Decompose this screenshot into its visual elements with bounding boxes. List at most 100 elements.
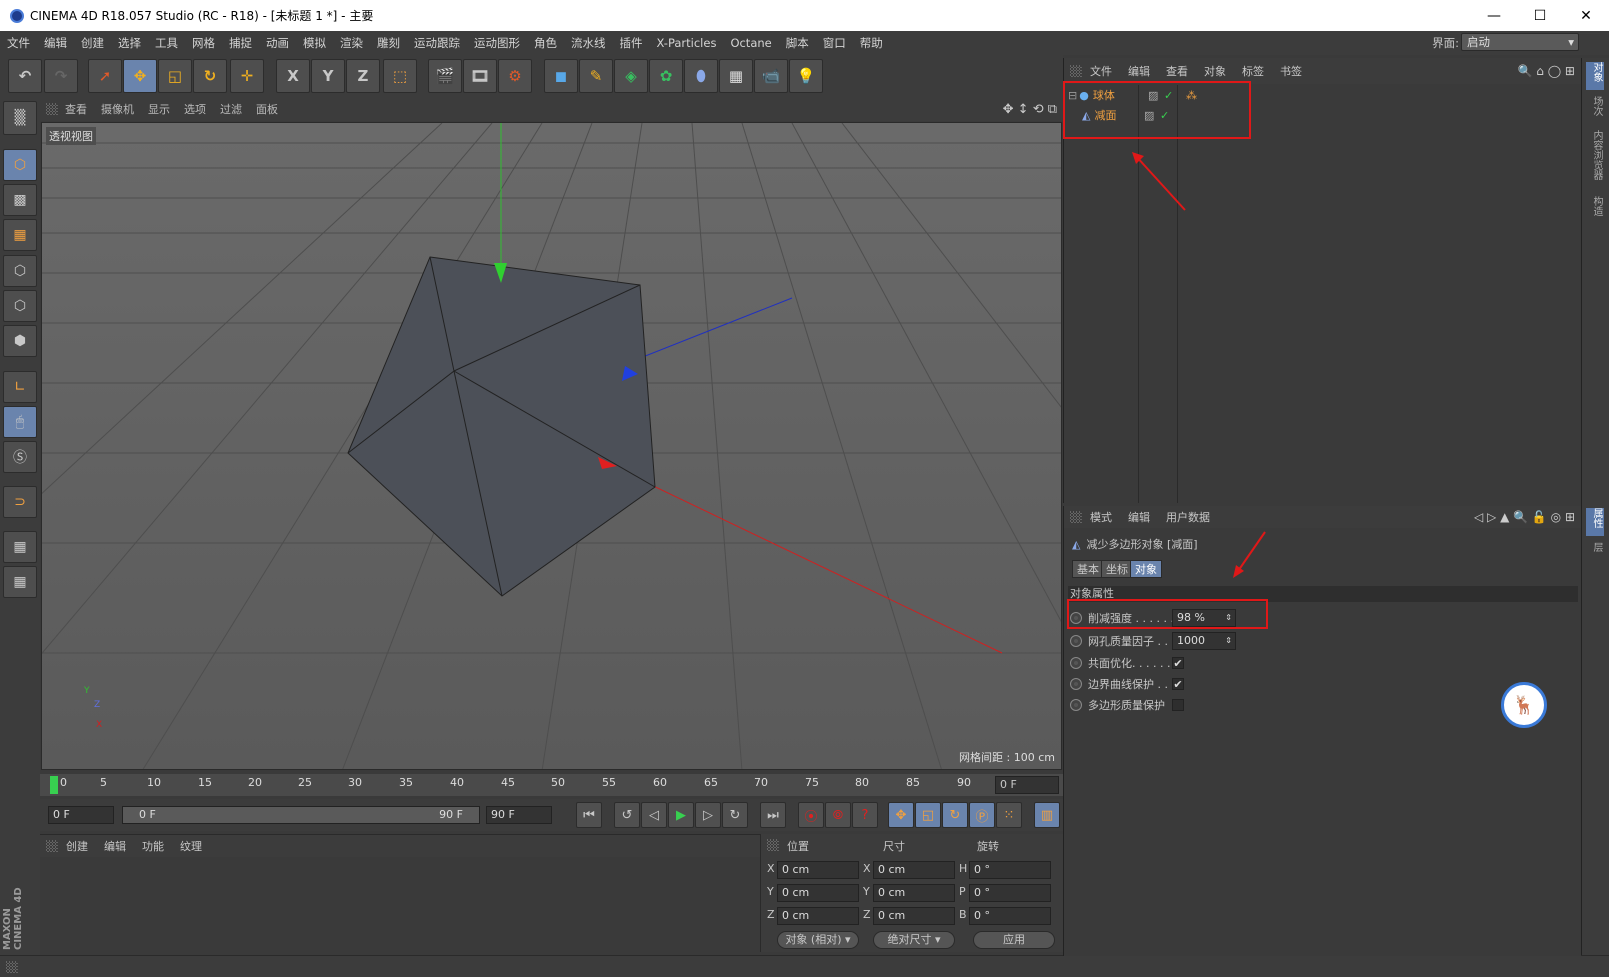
menu-x-particles[interactable]: X-Particles (650, 36, 724, 50)
menu-pipeline[interactable]: 流水线 (564, 35, 613, 51)
tab-object[interactable]: 对象 (1130, 560, 1162, 578)
timeline-ruler[interactable]: 0 5 10 15 20 25 30 35 40 45 50 55 60 65 … (40, 774, 1063, 796)
animate-radio[interactable] (1070, 657, 1082, 669)
end-frame-field[interactable]: 90 F (486, 806, 552, 824)
menu-snap[interactable]: 捕捉 (222, 35, 259, 51)
rot-h-field[interactable]: 0 ° (969, 861, 1051, 879)
attr-menu-mode[interactable]: 模式 (1082, 509, 1120, 525)
timeline-window-icon[interactable]: ▥ (1034, 802, 1060, 828)
lock-workplane-icon[interactable]: ▦ (3, 531, 37, 563)
tweak-mode-icon[interactable]: 🖱 (3, 406, 37, 438)
pos-y-field[interactable]: 0 cm (777, 884, 859, 902)
cloner-icon[interactable]: ✿ (649, 59, 683, 93)
prev-frame-icon[interactable]: ◁ (641, 802, 667, 828)
playhead[interactable] (50, 776, 58, 794)
rot-p-field[interactable]: 0 ° (969, 884, 1051, 902)
size-mode-dropdown[interactable]: 绝对尺寸 ▾ (873, 931, 955, 949)
grip-icon[interactable] (767, 839, 779, 851)
start-frame-field[interactable]: 0 F (48, 806, 114, 824)
viewport-menu-view[interactable]: 查看 (58, 101, 94, 117)
key-rotation-icon[interactable]: ↻ (942, 802, 968, 828)
texture-mode-icon[interactable]: ▩ (3, 184, 37, 216)
key-pla-icon[interactable]: ⁙ (996, 802, 1022, 828)
subdivision-icon[interactable]: ◈ (614, 59, 648, 93)
menu-help[interactable]: 帮助 (853, 35, 890, 51)
attr-menu-userdata[interactable]: 用户数据 (1158, 509, 1218, 525)
menu-select[interactable]: 选择 (111, 35, 148, 51)
layout-dropdown[interactable]: 启动 ▾ (1461, 33, 1579, 51)
live-selection-icon[interactable]: ➚ (88, 59, 122, 93)
animate-radio[interactable] (1070, 699, 1082, 711)
menu-window[interactable]: 窗口 (816, 35, 853, 51)
key-scale-icon[interactable]: ◱ (915, 802, 941, 828)
scale-icon[interactable]: ◱ (158, 59, 192, 93)
viewport-menu-display[interactable]: 显示 (141, 101, 177, 117)
vtab-layers[interactable]: 层 (1586, 542, 1604, 564)
move-alt-icon[interactable]: ✛ (230, 59, 264, 93)
viewport-menu-panel[interactable]: 面板 (249, 101, 285, 117)
workplane-mode-icon[interactable]: ▦ (3, 219, 37, 251)
menu-mesh[interactable]: 网格 (185, 35, 222, 51)
viewport-menu-camera[interactable]: 摄像机 (94, 101, 141, 117)
mesh-quality-field[interactable]: 1000 ⇕ (1172, 632, 1236, 650)
menu-sculpt[interactable]: 雕刻 (370, 35, 407, 51)
attr-menu-edit[interactable]: 编辑 (1120, 509, 1158, 525)
workplane-icon[interactable]: ▦ (3, 566, 37, 598)
animate-radio[interactable] (1070, 635, 1082, 647)
axis-mode-icon[interactable]: ∟ (3, 371, 37, 403)
material-menu-create[interactable]: 创建 (58, 838, 96, 854)
render-picture-viewer-icon[interactable]: 🎞 (463, 59, 497, 93)
grip-icon[interactable] (1070, 511, 1082, 523)
object-menu-view[interactable]: 查看 (1158, 63, 1196, 79)
light-icon[interactable]: 💡 (789, 59, 823, 93)
size-y-field[interactable]: 0 cm (873, 884, 955, 902)
redo-icon[interactable]: ↷ (44, 59, 78, 93)
tab-basic[interactable]: 基本 (1072, 560, 1104, 578)
play-icon[interactable]: ▶ (668, 802, 694, 828)
attr-nav-icons[interactable]: ◁ ▷ ▲ 🔍 🔓 ◎ ⊞ (1474, 510, 1575, 524)
object-menu-objects[interactable]: 对象 (1196, 63, 1234, 79)
key-position-icon[interactable]: ✥ (888, 802, 914, 828)
material-menu-function[interactable]: 功能 (134, 838, 172, 854)
perspective-viewport[interactable]: Y X Z 透视视图 网格间距 : 100 cm (41, 122, 1062, 770)
current-frame-field[interactable]: 0 F (995, 776, 1059, 794)
vtab-structure[interactable]: 构造 (1586, 196, 1604, 224)
camera-icon[interactable]: 📹 (754, 59, 788, 93)
frame-range-slider[interactable]: 0 F 90 F (122, 806, 480, 824)
next-key-icon[interactable]: ↻ (722, 802, 748, 828)
prev-key-icon[interactable]: ↺ (614, 802, 640, 828)
z-axis-icon[interactable]: Z (346, 59, 380, 93)
menu-render[interactable]: 渲染 (333, 35, 370, 51)
auto-key-icon[interactable]: ⦾ (825, 802, 851, 828)
menu-mograph[interactable]: 运动图形 (467, 35, 527, 51)
record-keys-icon[interactable]: ⦿ (798, 802, 824, 828)
boundary-checkbox[interactable]: ✔ (1172, 678, 1184, 690)
object-nav-icons[interactable]: 🔍 ⌂ ◯ ⊞ (1518, 64, 1576, 78)
edge-mode-icon[interactable]: ⬡ (3, 290, 37, 322)
menu-animate[interactable]: 动画 (259, 35, 296, 51)
viewport-menu-options[interactable]: 选项 (177, 101, 213, 117)
animate-radio[interactable] (1070, 678, 1082, 690)
menu-simulate[interactable]: 模拟 (296, 35, 333, 51)
tab-coord[interactable]: 坐标 (1101, 560, 1133, 578)
pen-icon[interactable]: ✎ (579, 59, 613, 93)
pos-x-field[interactable]: 0 cm (777, 861, 859, 879)
next-frame-icon[interactable]: ▷ (695, 802, 721, 828)
stepper-icon[interactable]: ⇕ (1225, 633, 1232, 649)
render-view-icon[interactable]: 🎬 (428, 59, 462, 93)
size-x-field[interactable]: 0 cm (873, 861, 955, 879)
menu-script[interactable]: 脚本 (779, 35, 816, 51)
rotate-icon[interactable]: ↻ (193, 59, 227, 93)
rot-b-field[interactable]: 0 ° (969, 907, 1051, 925)
polygon-quality-checkbox[interactable] (1172, 699, 1184, 711)
vtab-takes[interactable]: 场次 (1586, 96, 1604, 124)
go-to-start-icon[interactable]: ⏮ (576, 802, 602, 828)
menu-tools[interactable]: 工具 (148, 35, 185, 51)
world-coord-icon[interactable]: ⬚ (383, 59, 417, 93)
coord-mode-dropdown[interactable]: 对象 (相对) ▾ (777, 931, 859, 949)
tool-preset-icon[interactable]: ▒ (3, 101, 37, 135)
grip-icon[interactable] (1070, 65, 1082, 77)
grip-icon[interactable] (46, 103, 58, 115)
object-menu-file[interactable]: 文件 (1082, 63, 1120, 79)
vtab-content-browser[interactable]: 内容浏览器 (1586, 130, 1604, 190)
